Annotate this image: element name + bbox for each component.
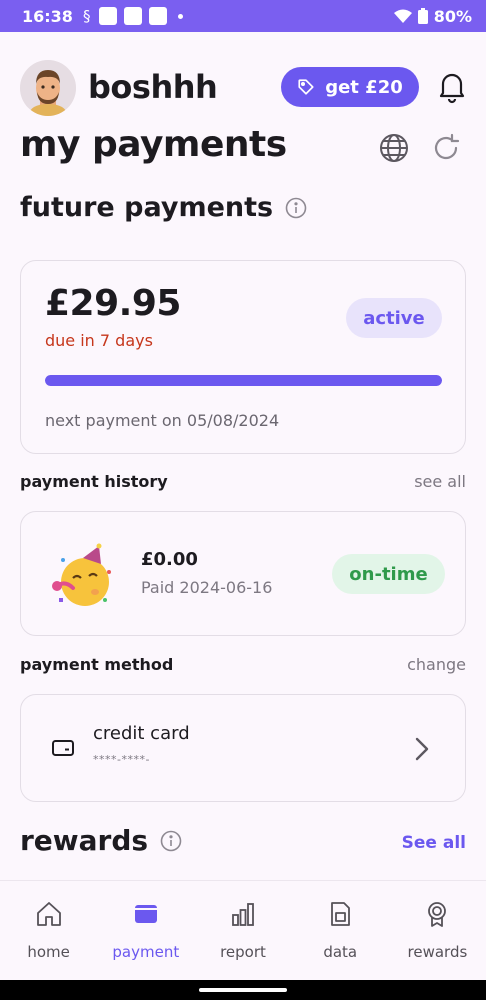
see-all-rewards-link[interactable]: See all — [402, 833, 466, 853]
status-time: 16:38 — [22, 6, 73, 26]
payment-history-item[interactable]: £0.00 Paid 2024-06-16 on-time — [20, 511, 466, 636]
home-icon — [36, 902, 61, 926]
bell-icon[interactable] — [434, 68, 470, 104]
nav-rewards-label: rewards — [407, 943, 468, 961]
avatar[interactable] — [20, 60, 76, 116]
bottom-nav: home payment report data rewards — [0, 880, 486, 980]
see-all-history-link[interactable]: see all — [414, 472, 466, 491]
notification-icon — [124, 7, 143, 25]
nav-rewards[interactable]: rewards — [389, 881, 486, 980]
history-date: Paid 2024-06-16 — [141, 578, 273, 597]
wallet-icon — [134, 905, 157, 923]
payment-progress-bar — [45, 375, 442, 386]
nav-data[interactable]: data — [292, 881, 389, 980]
party-face-icon — [52, 543, 111, 606]
notification-icon — [149, 7, 168, 25]
gesture-bar — [0, 980, 486, 1000]
referral-label: get £20 — [325, 76, 403, 98]
nav-payment-label: payment — [112, 943, 180, 961]
payment-history-title: payment history — [20, 472, 168, 491]
sync-icon: § — [82, 7, 91, 25]
nav-report[interactable]: report — [194, 881, 291, 980]
payment-method-header: payment method change — [20, 655, 466, 674]
payment-method-card[interactable]: credit card ****-****- — [20, 694, 466, 802]
notification-icon — [99, 7, 118, 25]
info-icon[interactable] — [285, 197, 307, 219]
card-type: credit card — [93, 723, 190, 744]
future-payments-title: future payments — [20, 192, 274, 223]
nav-home-label: home — [27, 943, 70, 961]
more-notifications-icon — [178, 13, 184, 19]
battery-level: 80% — [433, 6, 472, 26]
wifi-icon — [393, 9, 412, 23]
next-payment-text: next payment on 05/08/2024 — [45, 411, 280, 430]
change-method-link[interactable]: change — [407, 655, 466, 674]
bar-chart-icon — [232, 903, 254, 926]
nav-payment[interactable]: payment — [97, 881, 194, 980]
status-bar: 16:38 § 80% — [0, 0, 486, 32]
globe-icon[interactable] — [378, 132, 410, 164]
battery-icon — [417, 8, 428, 24]
rewards-title: rewards — [20, 824, 149, 857]
due-text: due in 7 days — [45, 331, 153, 350]
referral-button[interactable]: get £20 — [281, 67, 419, 107]
chevron-right-icon[interactable] — [411, 735, 433, 763]
nav-data-label: data — [323, 943, 358, 961]
future-payments-heading: future payments — [20, 192, 307, 223]
payment-method-title: payment method — [20, 655, 174, 674]
progress-fill — [45, 375, 442, 386]
refresh-icon[interactable] — [430, 132, 462, 164]
page-title: my payments — [20, 124, 287, 165]
rewards-heading: rewards — [20, 824, 182, 857]
username: boshhh — [88, 68, 218, 106]
ontime-badge: on-time — [332, 554, 445, 594]
nav-report-label: report — [220, 943, 266, 961]
card-number-masked: ****-****- — [93, 753, 150, 766]
history-amount: £0.00 — [141, 549, 198, 570]
payment-history-header: payment history see all — [20, 472, 466, 491]
payment-amount: £29.95 — [45, 283, 181, 324]
medal-icon — [428, 902, 447, 927]
info-icon[interactable] — [160, 830, 182, 852]
nav-home[interactable]: home — [0, 881, 97, 980]
credit-card-icon — [52, 740, 74, 756]
future-payment-card[interactable]: £29.95 due in 7 days active next payment… — [20, 260, 466, 454]
sim-card-icon — [331, 902, 351, 926]
status-badge: active — [346, 298, 442, 338]
tag-icon — [298, 79, 314, 95]
home-indicator[interactable] — [199, 988, 287, 992]
